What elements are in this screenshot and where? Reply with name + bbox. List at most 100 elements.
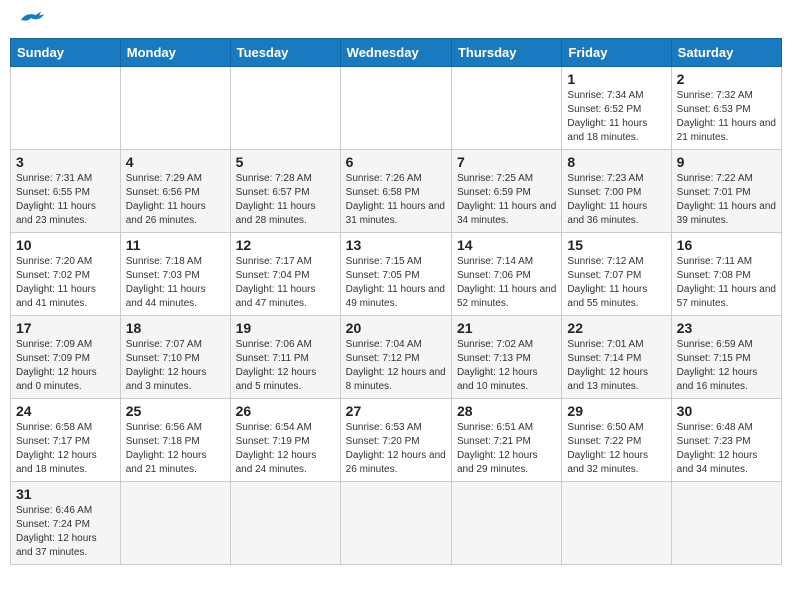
- day-info: Sunrise: 7:20 AM Sunset: 7:02 PM Dayligh…: [16, 255, 115, 311]
- calendar-week-2: 10 Sunrise: 7:20 AM Sunset: 7:02 PM Dayli…: [11, 233, 782, 316]
- calendar-cell: [230, 482, 340, 565]
- day-number: 31: [16, 486, 115, 502]
- day-number: 17: [16, 320, 115, 336]
- day-number: 25: [126, 403, 225, 419]
- calendar-week-3: 17 Sunrise: 7:09 AM Sunset: 7:09 PM Dayli…: [11, 316, 782, 399]
- day-number: 23: [677, 320, 776, 336]
- calendar-header-saturday: Saturday: [671, 39, 781, 67]
- day-number: 30: [677, 403, 776, 419]
- calendar-cell: 1Sunrise: 7:34 AM Sunset: 6:52 PM Daylig…: [562, 67, 671, 150]
- calendar-cell: 8Sunrise: 7:23 AM Sunset: 7:00 PM Daylig…: [562, 150, 671, 233]
- calendar-cell: 29 Sunrise: 6:50 AM Sunset: 7:22 PM Dayli…: [562, 399, 671, 482]
- calendar-cell: 28 Sunrise: 6:51 AM Sunset: 7:21 PM Dayli…: [451, 399, 561, 482]
- calendar-header-thursday: Thursday: [451, 39, 561, 67]
- calendar-cell: 20 Sunrise: 7:04 AM Sunset: 7:12 PM Dayli…: [340, 316, 451, 399]
- day-number: 10: [16, 237, 115, 253]
- day-number: 14: [457, 237, 556, 253]
- calendar-cell: 26 Sunrise: 6:54 AM Sunset: 7:19 PM Dayli…: [230, 399, 340, 482]
- day-number: 26: [236, 403, 335, 419]
- calendar-cell: [120, 482, 230, 565]
- calendar-cell: [671, 482, 781, 565]
- calendar-cell: [451, 67, 561, 150]
- calendar-cell: [562, 482, 671, 565]
- day-info: Sunrise: 6:56 AM Sunset: 7:18 PM Dayligh…: [126, 421, 225, 477]
- day-number: 2: [677, 71, 776, 87]
- calendar-cell: [11, 67, 121, 150]
- day-info: Sunrise: 6:54 AM Sunset: 7:19 PM Dayligh…: [236, 421, 335, 477]
- calendar-cell: 17 Sunrise: 7:09 AM Sunset: 7:09 PM Dayli…: [11, 316, 121, 399]
- day-info: Sunrise: 7:26 AM Sunset: 6:58 PM Dayligh…: [346, 172, 446, 228]
- calendar-cell: 30 Sunrise: 6:48 AM Sunset: 7:23 PM Dayli…: [671, 399, 781, 482]
- calendar-cell: 4Sunrise: 7:29 AM Sunset: 6:56 PM Daylig…: [120, 150, 230, 233]
- day-number: 13: [346, 237, 446, 253]
- page-header: [10, 10, 782, 30]
- calendar-cell: 23Sunrise: 6:59 AM Sunset: 7:15 PM Dayli…: [671, 316, 781, 399]
- day-info: Sunrise: 7:28 AM Sunset: 6:57 PM Dayligh…: [236, 172, 335, 228]
- day-info: Sunrise: 7:11 AM Sunset: 7:08 PM Dayligh…: [677, 255, 776, 311]
- calendar-cell: 21 Sunrise: 7:02 AM Sunset: 7:13 PM Dayli…: [451, 316, 561, 399]
- day-number: 28: [457, 403, 556, 419]
- day-info: Sunrise: 6:48 AM Sunset: 7:23 PM Dayligh…: [677, 421, 776, 477]
- day-number: 18: [126, 320, 225, 336]
- calendar-cell: 10 Sunrise: 7:20 AM Sunset: 7:02 PM Dayli…: [11, 233, 121, 316]
- day-number: 15: [567, 237, 665, 253]
- day-info: Sunrise: 7:15 AM Sunset: 7:05 PM Dayligh…: [346, 255, 446, 311]
- day-number: 27: [346, 403, 446, 419]
- calendar-cell: [340, 482, 451, 565]
- calendar-cell: [340, 67, 451, 150]
- calendar-cell: 9 Sunrise: 7:22 AM Sunset: 7:01 PM Daylig…: [671, 150, 781, 233]
- day-number: 20: [346, 320, 446, 336]
- day-info: Sunrise: 6:50 AM Sunset: 7:22 PM Dayligh…: [567, 421, 665, 477]
- calendar-header-row: SundayMondayTuesdayWednesdayThursdayFrid…: [11, 39, 782, 67]
- calendar-table: SundayMondayTuesdayWednesdayThursdayFrid…: [10, 38, 782, 565]
- day-number: 16: [677, 237, 776, 253]
- logo: [14, 10, 46, 30]
- day-number: 24: [16, 403, 115, 419]
- day-info: Sunrise: 7:17 AM Sunset: 7:04 PM Dayligh…: [236, 255, 335, 311]
- day-info: Sunrise: 7:04 AM Sunset: 7:12 PM Dayligh…: [346, 338, 446, 394]
- calendar-cell: 19 Sunrise: 7:06 AM Sunset: 7:11 PM Dayli…: [230, 316, 340, 399]
- day-number: 19: [236, 320, 335, 336]
- day-info: Sunrise: 7:09 AM Sunset: 7:09 PM Dayligh…: [16, 338, 115, 394]
- calendar-cell: 11Sunrise: 7:18 AM Sunset: 7:03 PM Dayli…: [120, 233, 230, 316]
- day-info: Sunrise: 7:22 AM Sunset: 7:01 PM Dayligh…: [677, 172, 776, 228]
- day-number: 1: [567, 71, 665, 87]
- day-number: 8: [567, 154, 665, 170]
- day-number: 21: [457, 320, 556, 336]
- day-info: Sunrise: 7:12 AM Sunset: 7:07 PM Dayligh…: [567, 255, 665, 311]
- day-info: Sunrise: 7:14 AM Sunset: 7:06 PM Dayligh…: [457, 255, 556, 311]
- calendar-header-tuesday: Tuesday: [230, 39, 340, 67]
- day-info: Sunrise: 6:46 AM Sunset: 7:24 PM Dayligh…: [16, 504, 115, 560]
- calendar-cell: 15 Sunrise: 7:12 AM Sunset: 7:07 PM Dayli…: [562, 233, 671, 316]
- day-info: Sunrise: 7:06 AM Sunset: 7:11 PM Dayligh…: [236, 338, 335, 394]
- calendar-cell: 2Sunrise: 7:32 AM Sunset: 6:53 PM Daylig…: [671, 67, 781, 150]
- calendar-header-wednesday: Wednesday: [340, 39, 451, 67]
- day-number: 4: [126, 154, 225, 170]
- calendar-cell: 24 Sunrise: 6:58 AM Sunset: 7:17 PM Dayli…: [11, 399, 121, 482]
- calendar-cell: [120, 67, 230, 150]
- day-info: Sunrise: 6:58 AM Sunset: 7:17 PM Dayligh…: [16, 421, 115, 477]
- calendar-cell: 13 Sunrise: 7:15 AM Sunset: 7:05 PM Dayli…: [340, 233, 451, 316]
- calendar-header-friday: Friday: [562, 39, 671, 67]
- calendar-cell: 27Sunrise: 6:53 AM Sunset: 7:20 PM Dayli…: [340, 399, 451, 482]
- day-number: 29: [567, 403, 665, 419]
- day-number: 9: [677, 154, 776, 170]
- calendar-cell: 31 Sunrise: 6:46 AM Sunset: 7:24 PM Dayli…: [11, 482, 121, 565]
- calendar-cell: 6 Sunrise: 7:26 AM Sunset: 6:58 PM Daylig…: [340, 150, 451, 233]
- calendar-cell: 3Sunrise: 7:31 AM Sunset: 6:55 PM Daylig…: [11, 150, 121, 233]
- calendar-week-5: 31 Sunrise: 6:46 AM Sunset: 7:24 PM Dayli…: [11, 482, 782, 565]
- calendar-cell: [451, 482, 561, 565]
- day-number: 6: [346, 154, 446, 170]
- calendar-cell: 18 Sunrise: 7:07 AM Sunset: 7:10 PM Dayli…: [120, 316, 230, 399]
- day-info: Sunrise: 7:25 AM Sunset: 6:59 PM Dayligh…: [457, 172, 556, 228]
- calendar-cell: 5Sunrise: 7:28 AM Sunset: 6:57 PM Daylig…: [230, 150, 340, 233]
- calendar-header-monday: Monday: [120, 39, 230, 67]
- day-info: Sunrise: 7:01 AM Sunset: 7:14 PM Dayligh…: [567, 338, 665, 394]
- day-info: Sunrise: 7:07 AM Sunset: 7:10 PM Dayligh…: [126, 338, 225, 394]
- calendar-cell: 16 Sunrise: 7:11 AM Sunset: 7:08 PM Dayli…: [671, 233, 781, 316]
- day-info: Sunrise: 6:51 AM Sunset: 7:21 PM Dayligh…: [457, 421, 556, 477]
- day-info: Sunrise: 7:02 AM Sunset: 7:13 PM Dayligh…: [457, 338, 556, 394]
- day-number: 12: [236, 237, 335, 253]
- calendar-week-4: 24 Sunrise: 6:58 AM Sunset: 7:17 PM Dayli…: [11, 399, 782, 482]
- calendar-cell: 12 Sunrise: 7:17 AM Sunset: 7:04 PM Dayli…: [230, 233, 340, 316]
